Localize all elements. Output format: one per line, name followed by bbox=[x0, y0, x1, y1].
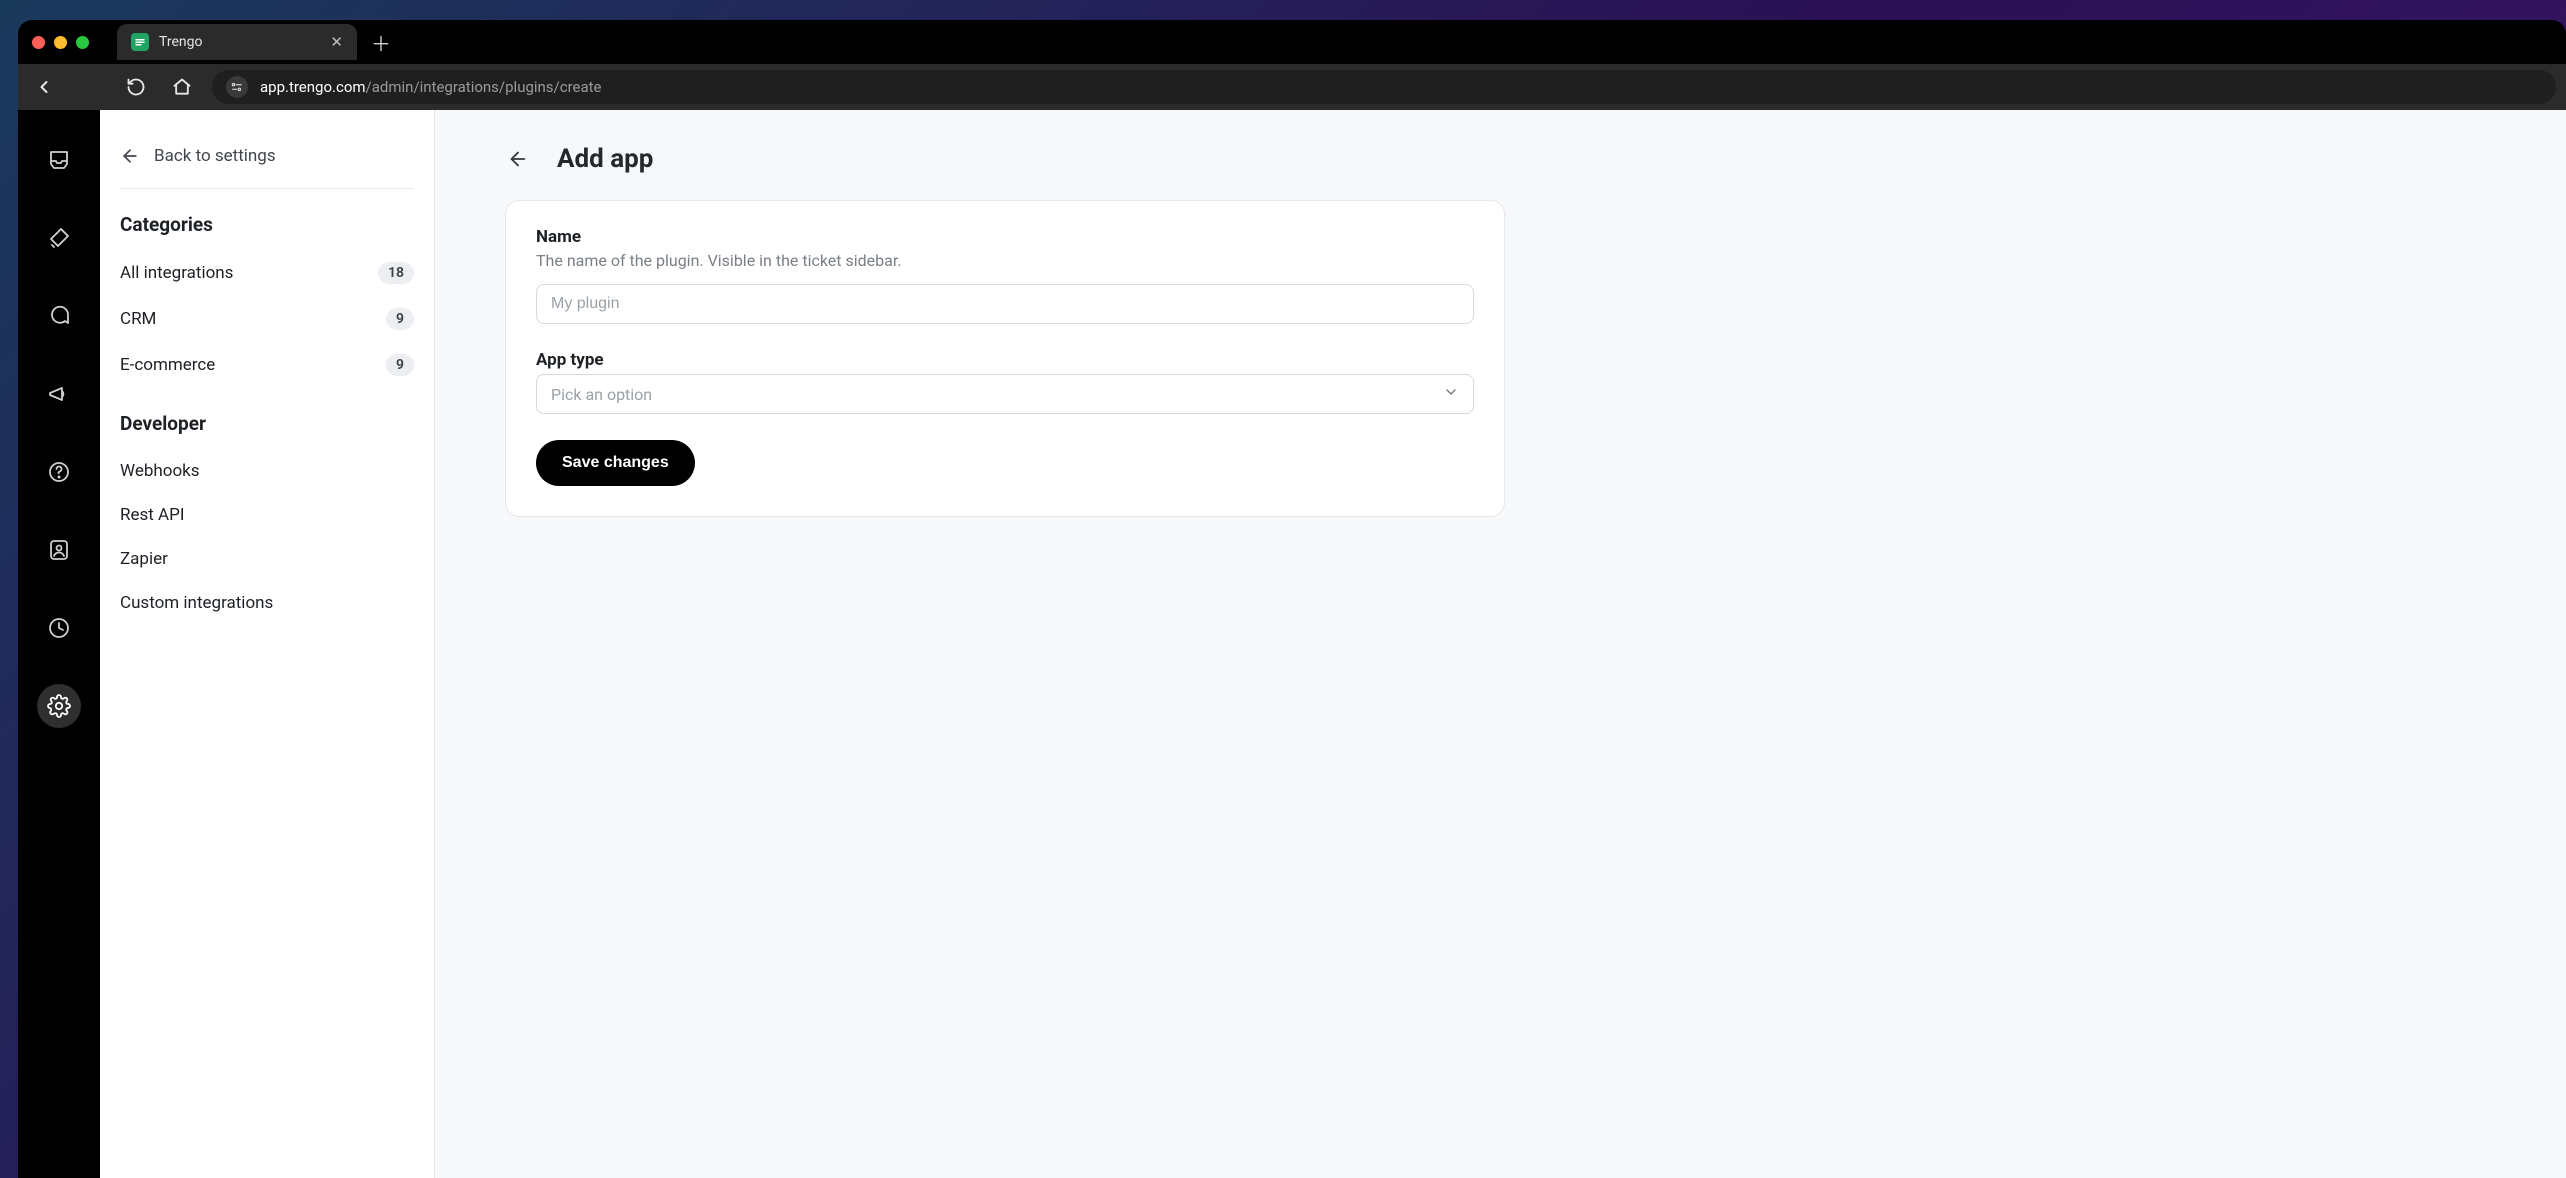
category-crm[interactable]: CRM 9 bbox=[120, 296, 414, 342]
back-to-settings-label: Back to settings bbox=[154, 146, 276, 166]
type-label: App type bbox=[536, 350, 1474, 370]
page-back-button[interactable] bbox=[505, 146, 531, 172]
nav-forward-button[interactable] bbox=[74, 71, 106, 103]
category-label: CRM bbox=[120, 309, 156, 329]
name-input[interactable] bbox=[536, 284, 1474, 324]
dev-item-zapier[interactable]: Zapier bbox=[120, 537, 414, 581]
category-label: All integrations bbox=[120, 263, 233, 283]
dev-item-webhooks[interactable]: Webhooks bbox=[120, 449, 414, 493]
tab-title: Trengo bbox=[159, 34, 320, 50]
rail-settings-icon[interactable] bbox=[37, 684, 81, 728]
save-button[interactable]: Save changes bbox=[536, 440, 695, 486]
new-tab-button[interactable]: ＋ bbox=[367, 28, 395, 56]
rail-inbox-icon[interactable] bbox=[37, 138, 81, 182]
settings-sidebar: Back to settings Categories All integrat… bbox=[100, 110, 435, 1178]
app-type-select[interactable]: Pick an option bbox=[536, 374, 1474, 414]
category-all-integrations[interactable]: All integrations 18 bbox=[120, 250, 414, 296]
arrow-left-icon bbox=[120, 146, 140, 166]
rail-help-icon[interactable] bbox=[37, 450, 81, 494]
back-to-settings-link[interactable]: Back to settings bbox=[120, 138, 414, 189]
chevron-down-icon bbox=[1443, 384, 1459, 404]
category-count-badge: 9 bbox=[386, 308, 414, 330]
nav-home-button[interactable] bbox=[166, 71, 198, 103]
window-close-button[interactable] bbox=[32, 36, 45, 49]
url-bar[interactable]: app.trengo.com/admin/integrations/plugin… bbox=[212, 70, 2556, 104]
url-path: /admin/integrations/plugins/create bbox=[366, 78, 602, 96]
nav-reload-button[interactable] bbox=[120, 71, 152, 103]
browser-window: Trengo ✕ ＋ app.trengo.com/admin/integrat… bbox=[18, 20, 2566, 1178]
developer-heading: Developer bbox=[120, 412, 414, 435]
app-rail bbox=[18, 110, 100, 1178]
window-maximize-button[interactable] bbox=[76, 36, 89, 49]
nav-back-button[interactable] bbox=[28, 71, 60, 103]
category-count-badge: 18 bbox=[378, 262, 414, 284]
app-viewport: Back to settings Categories All integrat… bbox=[18, 110, 2566, 1178]
browser-tab[interactable]: Trengo ✕ bbox=[117, 24, 357, 60]
name-label: Name bbox=[536, 227, 1474, 247]
app-type-placeholder: Pick an option bbox=[551, 385, 652, 404]
page-header: Add app bbox=[505, 144, 2506, 174]
tab-close-icon[interactable]: ✕ bbox=[330, 33, 343, 51]
rail-chat-icon[interactable] bbox=[37, 294, 81, 338]
dev-item-label: Webhooks bbox=[120, 461, 200, 481]
form-card: Name The name of the plugin. Visible in … bbox=[505, 200, 1505, 517]
page-title: Add app bbox=[557, 144, 653, 174]
rail-history-icon[interactable] bbox=[37, 606, 81, 650]
categories-heading: Categories bbox=[120, 213, 414, 236]
dev-item-label: Rest API bbox=[120, 505, 184, 525]
main-content: Add app Name The name of the plugin. Vis… bbox=[435, 110, 2566, 1178]
rail-broadcast-icon[interactable] bbox=[37, 372, 81, 416]
site-settings-icon[interactable] bbox=[226, 76, 248, 98]
dev-item-label: Custom integrations bbox=[120, 593, 273, 613]
category-label: E-commerce bbox=[120, 355, 215, 375]
type-field-block: App type Pick an option bbox=[536, 350, 1474, 414]
browser-toolbar: app.trengo.com/admin/integrations/plugin… bbox=[18, 64, 2566, 110]
window-controls bbox=[32, 36, 89, 49]
dev-item-custom-integrations[interactable]: Custom integrations bbox=[120, 581, 414, 625]
arrow-left-icon bbox=[507, 148, 529, 170]
dev-item-label: Zapier bbox=[120, 549, 168, 569]
tab-favicon bbox=[131, 33, 149, 51]
save-button-label: Save changes bbox=[562, 454, 669, 471]
window-minimize-button[interactable] bbox=[54, 36, 67, 49]
rail-contacts-icon[interactable] bbox=[37, 528, 81, 572]
category-ecommerce[interactable]: E-commerce 9 bbox=[120, 342, 414, 388]
name-field-block: Name The name of the plugin. Visible in … bbox=[536, 227, 1474, 324]
url-text: app.trengo.com/admin/integrations/plugin… bbox=[260, 78, 602, 96]
name-help-text: The name of the plugin. Visible in the t… bbox=[536, 251, 1474, 270]
tab-strip: Trengo ✕ ＋ bbox=[18, 20, 2566, 64]
category-count-badge: 9 bbox=[386, 354, 414, 376]
url-host: app.trengo.com bbox=[260, 78, 366, 96]
rail-magic-icon[interactable] bbox=[37, 216, 81, 260]
dev-item-rest-api[interactable]: Rest API bbox=[120, 493, 414, 537]
